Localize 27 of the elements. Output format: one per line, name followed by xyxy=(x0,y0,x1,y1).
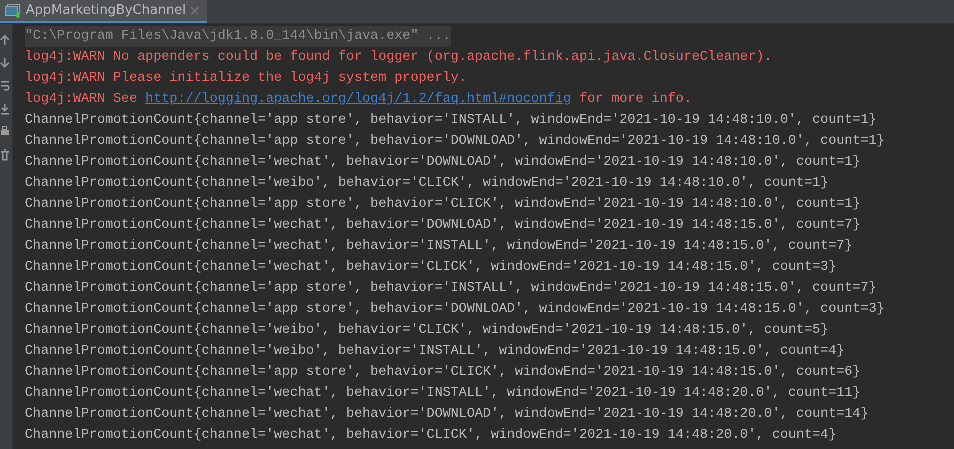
output-line: ChannelPromotionCount{channel='app store', behavior='CLICK', windowEnd='2021-10-19 14:48:10.0', count=1} xyxy=(25,196,861,214)
output-line: ChannelPromotionCount{channel='wechat', behavior='CLICK', windowEnd='2021-10-19 14:48:20.0', count=4} xyxy=(25,427,837,445)
faq-link[interactable]: http://logging.apache.org/log4j/1.2/faq.html#noconfig xyxy=(146,92,572,107)
output-line: ChannelPromotionCount{channel='app store', behavior='DOWNLOAD', windowEnd='2021-10-19 14:48:15.0', count=3} xyxy=(25,301,885,319)
download-icon[interactable] xyxy=(0,103,10,115)
output-line: ChannelPromotionCount{channel='app store', behavior='DOWNLOAD', windowEnd='2021-10-19 14:48:10.0', count=1} xyxy=(25,133,885,151)
output-line: ChannelPromotionCount{channel='wechat', behavior='DOWNLOAD', windowEnd='2021-10-19 14:48:20.0', count=14} xyxy=(25,406,869,424)
arrow-down-icon[interactable] xyxy=(0,57,10,69)
warning-message: log4j:WARN Please initialize the log4j system properly. xyxy=(25,70,467,88)
output-line: ChannelPromotionCount{channel='wechat', behavior='INSTALL', windowEnd='2021-10-19 14:48:15.0', count=7} xyxy=(25,238,853,256)
output-line: ChannelPromotionCount{channel='app store', behavior='CLICK', windowEnd='2021-10-19 14:48:15.0', count=6} xyxy=(25,364,861,382)
arrow-up-icon[interactable] xyxy=(0,34,10,46)
output-line: ChannelPromotionCount{channel='wechat', behavior='CLICK', windowEnd='2021-10-19 14:48:15.0', count=3} xyxy=(25,259,837,277)
output-line: ChannelPromotionCount{channel='wechat', behavior='DOWNLOAD', windowEnd='2021-10-19 14:48:10.0', count=1} xyxy=(25,154,861,172)
output-line: ChannelPromotionCount{channel='app store', behavior='INSTALL', windowEnd='2021-10-19 14:48:10.0', count=1} xyxy=(25,112,877,130)
output-line: ChannelPromotionCount{channel='weibo', behavior='INSTALL', windowEnd='2021-10-19 14:48:15.0', count=4} xyxy=(25,343,845,361)
output-line: ChannelPromotionCount{channel='weibo', behavior='CLICK', windowEnd='2021-10-19 14:48:10.0', count=1} xyxy=(25,175,829,193)
console-window-icon xyxy=(5,4,21,18)
output-line: ChannelPromotionCount{channel='app store', behavior='INSTALL', windowEnd='2021-10-19 14:48:15.0', count=7} xyxy=(25,280,877,298)
output-line: ChannelPromotionCount{channel='wechat', behavior='INSTALL', windowEnd='2021-10-19 14:48:20.0', count=11} xyxy=(25,385,861,403)
warning-message: log4j:WARN No appenders could be found for logger (org.apache.flink.api.java.ClosureCleaner). xyxy=(25,49,772,67)
output-line: ChannelPromotionCount{channel='wechat', behavior='DOWNLOAD', windowEnd='2021-10-19 14:48:15.0', count=7} xyxy=(25,217,861,235)
run-tab[interactable]: AppMarketingByChannel xyxy=(0,0,208,23)
trash-icon[interactable] xyxy=(0,149,10,161)
output-line: ChannelPromotionCount{channel='weibo', behavior='CLICK', windowEnd='2021-10-19 14:48:15.0', count=5} xyxy=(25,322,829,340)
warning-message: log4j:WARN See http://logging.apache.org/log4j/1.2/faq.html#noconfig for more info. xyxy=(25,91,692,109)
wrap-icon[interactable] xyxy=(0,80,10,92)
